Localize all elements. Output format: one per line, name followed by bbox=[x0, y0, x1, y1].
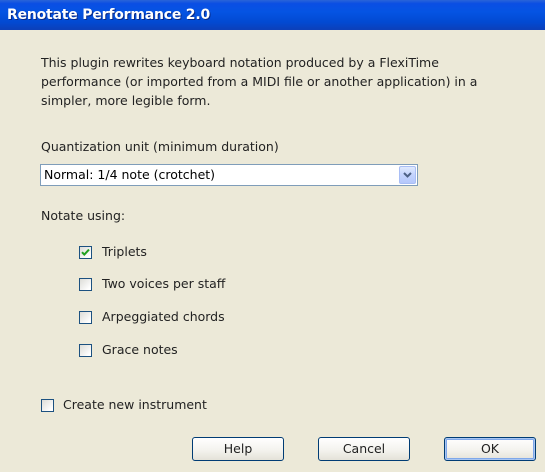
renotate-dialog: Renotate Performance 2.0 This plugin rew… bbox=[0, 0, 545, 472]
quantization-label: Quantization unit (minimum duration) bbox=[41, 139, 279, 154]
create-instrument-checkbox[interactable] bbox=[41, 399, 54, 412]
arpeggiated-chords-label[interactable]: Arpeggiated chords bbox=[102, 308, 225, 326]
quantization-select[interactable]: Normal: 1/4 note (crotchet) bbox=[40, 164, 418, 186]
create-instrument-label[interactable]: Create new instrument bbox=[63, 396, 207, 414]
arpeggiated-chords-checkbox[interactable] bbox=[79, 311, 92, 324]
chevron-down-icon bbox=[403, 172, 412, 178]
triplets-label[interactable]: Triplets bbox=[102, 243, 147, 261]
ok-button[interactable]: OK bbox=[444, 437, 536, 461]
cancel-button[interactable]: Cancel bbox=[318, 437, 410, 461]
checkmark-icon bbox=[81, 248, 90, 257]
grace-notes-checkbox[interactable] bbox=[79, 344, 92, 357]
dropdown-button[interactable] bbox=[399, 166, 416, 184]
window-title: Renotate Performance 2.0 bbox=[7, 7, 211, 23]
plugin-description: This plugin rewrites keyboard notation p… bbox=[41, 55, 478, 108]
notate-label: Notate using: bbox=[41, 208, 126, 223]
title-bar[interactable]: Renotate Performance 2.0 bbox=[0, 0, 545, 30]
triplets-checkbox[interactable] bbox=[79, 246, 92, 259]
two-voices-label[interactable]: Two voices per staff bbox=[102, 275, 225, 293]
help-button[interactable]: Help bbox=[192, 437, 284, 461]
quantization-selected-value: Normal: 1/4 note (crotchet) bbox=[44, 167, 216, 182]
grace-notes-label[interactable]: Grace notes bbox=[102, 341, 178, 359]
two-voices-checkbox[interactable] bbox=[79, 278, 92, 291]
